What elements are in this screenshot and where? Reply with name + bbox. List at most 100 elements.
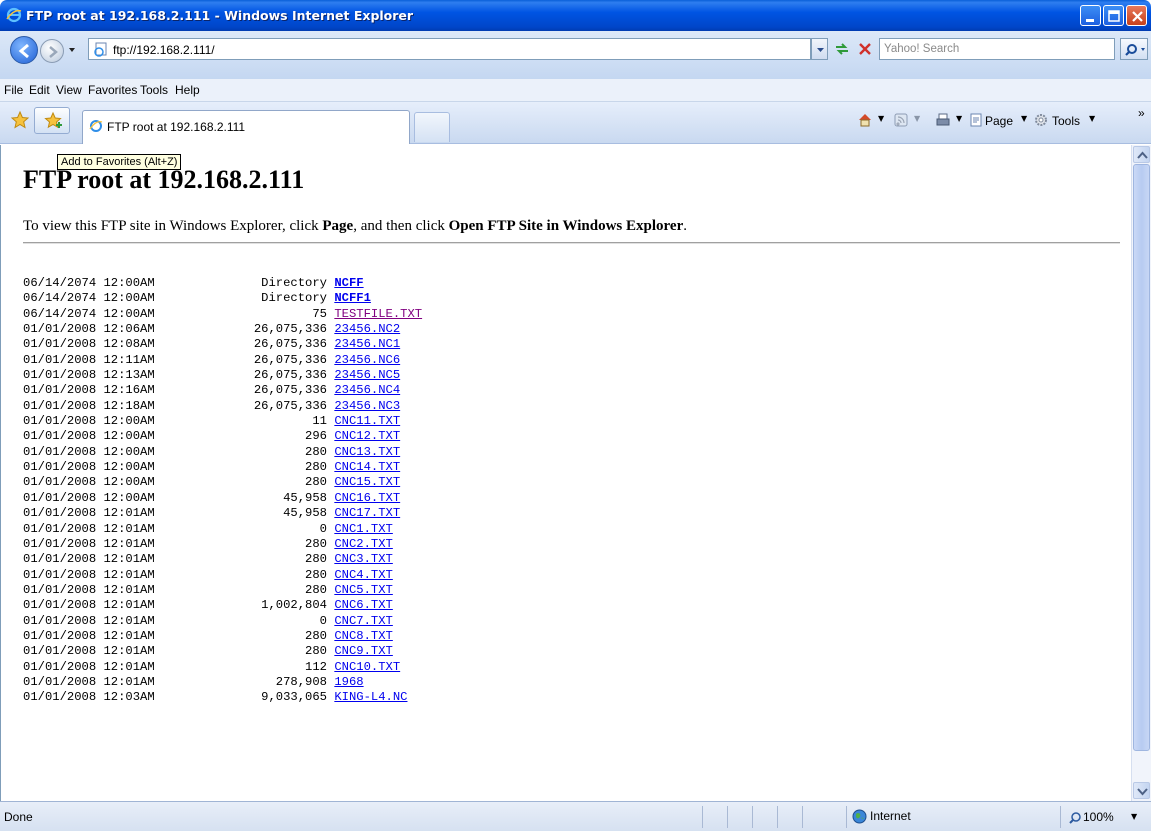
close-icon — [1132, 11, 1143, 22]
feeds-icon[interactable] — [893, 112, 909, 128]
file-link[interactable]: NCFF — [334, 276, 363, 290]
file-link[interactable]: CNC1.TXT — [334, 522, 393, 536]
file-link[interactable]: CNC9.TXT — [334, 644, 393, 658]
file-size: 280 — [305, 552, 327, 567]
listing-row: 01/01/2008 12:00AM 280 CNC15.TXT — [23, 475, 422, 490]
file-date: 01/01/2008 12:01AM — [23, 674, 155, 689]
listing-row: 01/01/2008 12:00AM 45,958 CNC16.TXT — [23, 491, 422, 506]
zoom-level[interactable]: 100% — [1083, 810, 1114, 824]
search-placeholder: Yahoo! Search — [884, 43, 960, 55]
minimize-button[interactable] — [1080, 5, 1101, 26]
file-link[interactable]: CNC17.TXT — [334, 506, 400, 520]
file-link[interactable]: 23456.NC5 — [334, 368, 400, 382]
maximize-icon — [1108, 10, 1120, 22]
menu-edit[interactable]: Edit — [29, 83, 50, 97]
tools-menu-button[interactable]: Tools — [1052, 114, 1080, 128]
file-link[interactable]: KING-L4.NC — [334, 690, 407, 704]
print-chevron-down-icon[interactable]: ▼ — [956, 114, 962, 123]
file-link[interactable]: CNC14.TXT — [334, 460, 400, 474]
file-link[interactable]: CNC3.TXT — [334, 552, 393, 566]
page-menu-button[interactable]: Page — [985, 114, 1013, 128]
file-date: 01/01/2008 12:01AM — [23, 659, 155, 674]
maximize-button[interactable] — [1103, 5, 1124, 26]
file-date: 01/01/2008 12:00AM — [23, 429, 155, 444]
listing-row: 01/01/2008 12:01AM 280 CNC3.TXT — [23, 552, 422, 567]
listing-row: 01/01/2008 12:01AM 280 CNC8.TXT — [23, 629, 422, 644]
file-size: 11 — [312, 414, 327, 429]
zoom-chevron-down-icon[interactable]: ▼ — [1131, 812, 1137, 821]
refresh-icon — [836, 43, 848, 55]
file-link[interactable]: TESTFILE.TXT — [334, 307, 422, 321]
stop-button[interactable] — [855, 38, 875, 60]
file-link[interactable]: CNC4.TXT — [334, 568, 393, 582]
scroll-down-button[interactable] — [1133, 782, 1150, 799]
favorites-star-icon[interactable] — [10, 110, 30, 130]
file-link[interactable]: NCFF1 — [334, 291, 371, 305]
scroll-thumb[interactable] — [1133, 164, 1150, 751]
file-date: 01/01/2008 12:01AM — [23, 613, 155, 628]
file-link[interactable]: 23456.NC6 — [334, 353, 400, 367]
file-size: 26,075,336 — [253, 337, 327, 352]
search-input[interactable]: Yahoo! Search — [879, 38, 1115, 60]
address-dropdown-button[interactable] — [811, 38, 828, 60]
file-link[interactable]: 23456.NC3 — [334, 399, 400, 413]
back-button[interactable] — [10, 36, 38, 64]
file-date: 01/01/2008 12:03AM — [23, 690, 155, 705]
file-date: 01/01/2008 12:01AM — [23, 644, 155, 659]
file-link[interactable]: 1968 — [334, 675, 363, 689]
tools-chevron-down-icon[interactable]: ▼ — [1089, 114, 1095, 123]
listing-row: 01/01/2008 12:06AM 26,075,336 23456.NC2 — [23, 322, 422, 337]
home-icon[interactable] — [857, 112, 873, 128]
file-size: 26,075,336 — [253, 368, 327, 383]
recent-pages-chevron-down-icon[interactable] — [67, 45, 77, 55]
file-size: 26,075,336 — [253, 383, 327, 398]
instructions-open-ftp: Open FTP Site in Windows Explorer — [448, 218, 684, 234]
more-commands-chevron-icon[interactable]: » — [1138, 106, 1145, 120]
menu-tools[interactable]: Tools — [140, 83, 168, 97]
menu-file[interactable]: File — [4, 83, 23, 97]
command-bar: FTP root at 192.168.2.111 ▼ ▼ ▼ Page ▼ T… — [0, 102, 1151, 144]
home-chevron-down-icon[interactable]: ▼ — [878, 114, 884, 123]
menu-favorites[interactable]: Favorites — [88, 83, 137, 97]
file-size: 296 — [305, 429, 327, 444]
status-separator — [702, 806, 703, 828]
address-field[interactable]: ftp://192.168.2.111/ — [88, 38, 811, 60]
vertical-scrollbar[interactable] — [1131, 145, 1151, 801]
forward-button[interactable] — [40, 39, 64, 63]
close-button[interactable] — [1126, 5, 1147, 26]
scroll-up-button[interactable] — [1133, 146, 1150, 163]
file-link[interactable]: CNC5.TXT — [334, 583, 393, 597]
file-size: 0 — [319, 521, 327, 536]
file-date: 01/01/2008 12:00AM — [23, 414, 155, 429]
menu-view[interactable]: View — [56, 83, 82, 97]
search-button[interactable] — [1120, 38, 1148, 60]
file-link[interactable]: CNC12.TXT — [334, 429, 400, 443]
file-link[interactable]: CNC16.TXT — [334, 491, 400, 505]
listing-row: 01/01/2008 12:00AM 280 CNC14.TXT — [23, 460, 422, 475]
chevron-down-icon — [1137, 788, 1148, 796]
security-zone[interactable]: Internet — [870, 809, 911, 823]
new-tab-button[interactable] — [414, 112, 450, 142]
file-link[interactable]: 23456.NC2 — [334, 322, 400, 336]
status-separator — [727, 806, 728, 828]
file-link[interactable]: CNC10.TXT — [334, 660, 400, 674]
menu-help[interactable]: Help — [175, 83, 200, 97]
file-link[interactable]: CNC11.TXT — [334, 414, 400, 428]
refresh-button[interactable] — [832, 38, 852, 60]
file-link[interactable]: CNC2.TXT — [334, 537, 393, 551]
file-link[interactable]: CNC13.TXT — [334, 445, 400, 459]
listing-row: 01/01/2008 12:00AM 280 CNC13.TXT — [23, 445, 422, 460]
file-size: 26,075,336 — [253, 398, 327, 413]
file-link[interactable]: CNC8.TXT — [334, 629, 393, 643]
feeds-chevron-down-icon[interactable]: ▼ — [914, 114, 920, 123]
add-to-favorites-button[interactable] — [34, 107, 70, 134]
file-link[interactable]: CNC6.TXT — [334, 598, 393, 612]
add-favorites-tooltip: Add to Favorites (Alt+Z) — [57, 154, 182, 170]
file-link[interactable]: CNC15.TXT — [334, 475, 400, 489]
file-link[interactable]: 23456.NC1 — [334, 337, 400, 351]
file-link[interactable]: CNC7.TXT — [334, 614, 393, 628]
print-icon[interactable] — [935, 112, 951, 128]
tab-ftp-root[interactable]: FTP root at 192.168.2.111 — [82, 110, 410, 144]
file-link[interactable]: 23456.NC4 — [334, 383, 400, 397]
page-chevron-down-icon[interactable]: ▼ — [1021, 114, 1027, 123]
